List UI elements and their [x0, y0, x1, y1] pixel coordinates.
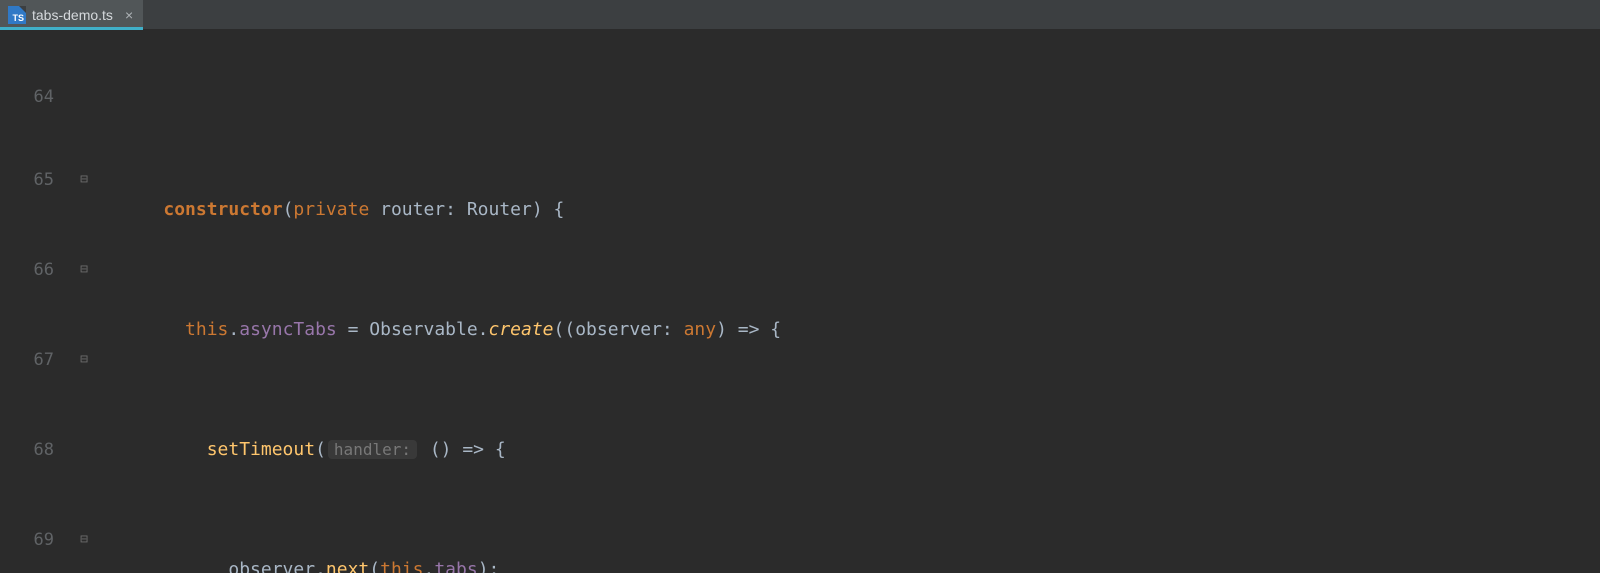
line-number: 64 — [0, 90, 54, 105]
code-line[interactable] — [120, 90, 1600, 105]
inlay-hint: handler: — [328, 440, 417, 459]
file-tab-active[interactable]: TS tabs-demo.ts × — [0, 0, 143, 29]
code-line[interactable]: constructor(private router: Router) { — [120, 195, 1600, 225]
file-tab-label: tabs-demo.ts — [32, 7, 113, 23]
fold-marker[interactable]: ⊟ — [72, 165, 96, 195]
code-editor[interactable]: 64 65 66 67 68 69 70 71 72 73 74 75 76 7… — [0, 30, 1600, 573]
close-icon[interactable]: × — [125, 7, 133, 23]
tab-bar: TS tabs-demo.ts × — [0, 0, 1600, 30]
code-line[interactable]: observer.next(this.tabs); — [120, 555, 1600, 573]
code-line[interactable]: setTimeout(handler: () => { — [120, 435, 1600, 465]
fold-marker[interactable] — [72, 435, 96, 465]
line-number: 66 — [0, 255, 54, 285]
line-number: 69 — [0, 525, 54, 555]
fold-marker[interactable]: ⊟ — [72, 255, 96, 285]
fold-gutter: ⊟ ⊟ ⊟ ⊟ ⊟ ⊟ ⊟ ⊟ ⊟ — [72, 30, 96, 573]
line-number: 67 — [0, 345, 54, 375]
code-area[interactable]: constructor(private router: Router) { th… — [96, 30, 1600, 573]
fold-marker[interactable]: ⊟ — [72, 525, 96, 555]
line-number-gutter: 64 65 66 67 68 69 70 71 72 73 74 75 76 7… — [0, 30, 72, 573]
line-number: 68 — [0, 435, 54, 465]
fold-marker[interactable]: ⊟ — [72, 345, 96, 375]
code-line[interactable]: this.asyncTabs = Observable.create((obse… — [120, 315, 1600, 345]
fold-marker[interactable] — [72, 90, 96, 105]
typescript-file-icon: TS — [8, 6, 26, 24]
line-number: 65 — [0, 165, 54, 195]
